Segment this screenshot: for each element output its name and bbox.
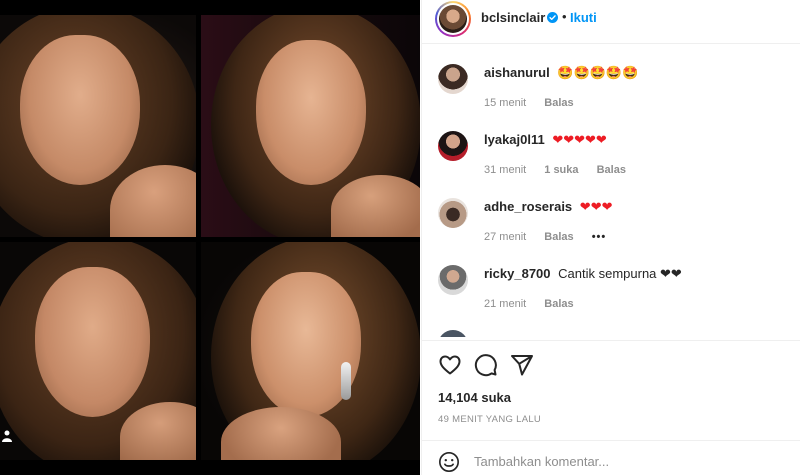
likes-count[interactable]: 14,104 suka: [438, 390, 511, 405]
post-media[interactable]: [0, 0, 420, 475]
comment-item: aishanurul 🤩🤩🤩🤩🤩 15 menit Balas: [422, 59, 800, 119]
comment-meta: 31 menit 1 suka Balas: [484, 164, 641, 176]
commenter-avatar[interactable]: [438, 64, 468, 94]
comment-time[interactable]: 27 menit: [484, 231, 526, 243]
photo-top-right: [201, 15, 420, 237]
comment-bubble-icon[interactable]: [474, 353, 498, 377]
post-side-panel: bclsinclair • Ikuti aishanurul 🤩🤩🤩🤩🤩 15 …: [421, 0, 800, 475]
comment-time[interactable]: 15 menit: [484, 97, 526, 109]
verified-badge-icon: [547, 12, 558, 23]
commenter-avatar[interactable]: [438, 198, 468, 228]
reply-button[interactable]: Balas: [544, 97, 573, 109]
comment-text: ricky_8700 Cantik sempurna ❤❤: [484, 266, 682, 282]
reply-button[interactable]: Balas: [544, 231, 573, 243]
commenter-avatar[interactable]: [438, 131, 468, 161]
reply-button[interactable]: Balas: [544, 298, 573, 310]
follow-button[interactable]: Ikuti: [570, 10, 597, 25]
reply-button[interactable]: Balas: [597, 164, 626, 176]
comment-item: ricky_8700 Cantik sempurna ❤❤ 21 menit B…: [422, 260, 800, 320]
author-avatar[interactable]: [435, 1, 471, 37]
comment-body: ❤❤❤: [579, 199, 613, 214]
comment-body: 🤩🤩🤩🤩🤩: [557, 65, 639, 80]
comment-meta: 15 menit Balas: [484, 97, 589, 109]
photo-bottom-left: [0, 242, 196, 460]
commenter-username[interactable]: adhe_roserais: [484, 199, 572, 214]
commenter-avatar[interactable]: [438, 330, 468, 337]
paper-plane-icon[interactable]: [510, 353, 534, 377]
comment-item: adhe_roserais ❤❤❤ 27 menit Balas •••: [422, 193, 800, 253]
commenter-username[interactable]: ricky_8700: [484, 266, 551, 281]
more-options-icon[interactable]: •••: [592, 231, 607, 243]
author-username[interactable]: bclsinclair: [481, 10, 545, 25]
commenter-username[interactable]: aishanurul: [484, 65, 550, 80]
earring: [341, 362, 351, 400]
post-header: bclsinclair • Ikuti: [422, 0, 800, 44]
add-comment-bar: [422, 440, 800, 475]
user-tag-icon[interactable]: [2, 430, 12, 442]
commenter-avatar[interactable]: [438, 265, 468, 295]
smiley-icon[interactable]: [438, 451, 460, 473]
comment-likes[interactable]: 1 suka: [544, 164, 578, 176]
heart-icon[interactable]: [438, 353, 462, 377]
comment-text: aishanurul 🤩🤩🤩🤩🤩: [484, 65, 638, 81]
post-actions: [422, 340, 800, 390]
comment-time[interactable]: 31 menit: [484, 164, 526, 176]
comment-text: lyakaj0l11 ❤❤❤❤❤: [484, 132, 607, 148]
comment-body: ❤❤❤❤❤: [552, 132, 607, 147]
comment-meta: 27 menit Balas •••: [484, 231, 621, 243]
photo-top-left: [0, 15, 196, 237]
comment-time[interactable]: 21 menit: [484, 298, 526, 310]
comments-list[interactable]: aishanurul 🤩🤩🤩🤩🤩 15 menit Balas lyakaj0l…: [422, 45, 800, 337]
commenter-username[interactable]: lyakaj0l11: [484, 132, 545, 147]
post-timestamp[interactable]: 49 MENIT YANG LALU: [438, 414, 541, 425]
comment-body: Cantik sempurna ❤❤: [558, 266, 682, 281]
comment-item-partial: [422, 327, 800, 337]
comment-item: lyakaj0l11 ❤❤❤❤❤ 31 menit 1 suka Balas: [422, 126, 800, 186]
comment-text: adhe_roserais ❤❤❤: [484, 199, 612, 215]
separator-dot: •: [562, 9, 567, 24]
photo-bottom-right: [201, 242, 420, 460]
add-comment-input[interactable]: [474, 450, 774, 472]
comment-meta: 21 menit Balas: [484, 298, 589, 310]
